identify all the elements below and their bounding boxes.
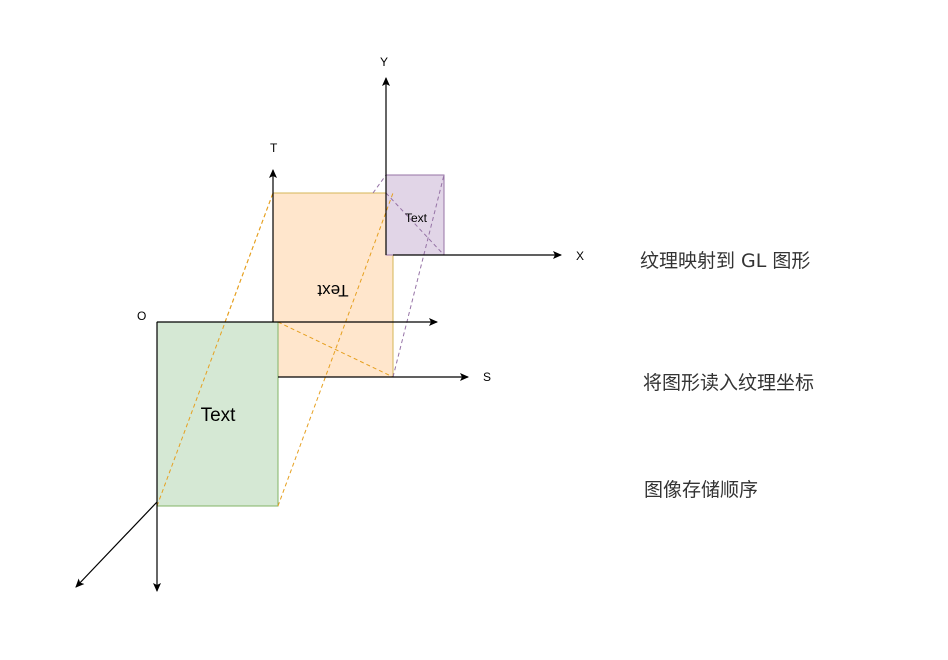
x-axis-label: X: [576, 249, 584, 263]
origin-label: O: [137, 309, 146, 323]
connector-top-left: [224, 192, 274, 323]
diagram-canvas: O T S Y X Text Text Text 纹理映射到 GL 图形 将图形…: [0, 0, 948, 660]
texture-box-text: Text: [317, 281, 348, 300]
diagram-svg: O T S Y X Text Text Text: [75, 55, 584, 592]
caption-storage-order: 图像存储顺序: [644, 479, 759, 501]
image-diagonal-axis: [75, 501, 158, 588]
y-axis-label: Y: [380, 55, 388, 69]
caption-read-texture: 将图形读入纹理坐标: [643, 372, 815, 394]
gl-connector-top: [372, 174, 387, 194]
image-box-text: Text: [201, 405, 237, 426]
gl-box-text: Text: [405, 211, 428, 225]
caption-gl-mapping: 纹理映射到 GL 图形: [640, 250, 811, 272]
s-axis-label: S: [483, 370, 491, 384]
t-axis-label: T: [270, 141, 278, 155]
